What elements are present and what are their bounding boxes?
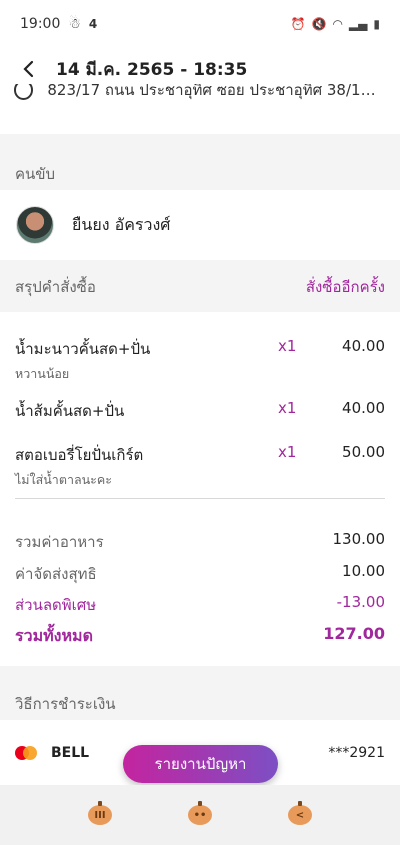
- mastercard-icon: [15, 745, 37, 760]
- item-name: น้ำส้มคั้นสด+ปั่น: [15, 402, 125, 420]
- order-item: น้ำมะนาวคั้นสด+ปั่น หวานน้อย x1 40.00: [15, 337, 385, 384]
- item-note: หวานน้อย: [15, 366, 70, 381]
- payment-section-label: วิธีการชำระเงิน: [15, 695, 116, 713]
- signal-icon: ▂▄: [348, 17, 368, 31]
- delivery-address: 823/17 ถนน ประชาอุทิศ ซอย ประชาอุทิศ 38/…: [47, 84, 380, 99]
- order-summary-label: สรุปคำสั่งซื้อ: [15, 278, 96, 296]
- delivery-fee-value: 10.00: [342, 562, 385, 580]
- order-item: สตอเบอรี่โยปั่นเกิร์ต ไม่ใส่น้ำตาลนะคะ x…: [15, 443, 385, 490]
- system-nav-bar: III •• <: [0, 785, 400, 845]
- order-items-card: น้ำมะนาวคั้นสด+ปั่น หวานน้อย x1 40.00 น้…: [0, 312, 400, 666]
- delivery-fee-row: ค่าจัดส่งสุทธิ 10.00: [15, 562, 385, 586]
- back-icon[interactable]: <: [288, 801, 312, 825]
- payment-name: BELL: [51, 744, 90, 761]
- recent-apps-icon[interactable]: III: [88, 801, 112, 825]
- food-total-row: รวมค่าอาหาร 130.00: [15, 530, 385, 554]
- item-note: ไม่ใส่น้ำตาลนะคะ: [15, 472, 112, 487]
- battery-icon: ▮: [373, 17, 380, 31]
- notification-icon: ☃: [68, 16, 81, 32]
- status-bar: 19:00 ☃ 4 ⏰ 🔇 ◠ ▂▄ ▮: [0, 0, 400, 48]
- delivery-fee-label: ค่าจัดส่งสุทธิ: [15, 565, 97, 583]
- driver-section-label: คนขับ: [15, 165, 56, 183]
- food-total-label: รวมค่าอาหาร: [15, 533, 104, 551]
- item-price: 40.00: [342, 337, 385, 355]
- page-title: 14 มี.ค. 2565 - 18:35: [56, 59, 248, 80]
- divider: [15, 498, 385, 499]
- address-row: 823/17 ถนน ประชาอุทิศ ซอย ประชาอุทิศ 38/…: [0, 84, 400, 134]
- driver-name: ยืนยง อัครวงศ์: [72, 214, 171, 234]
- discount-row: ส่วนลดพิเศษ -13.00: [15, 593, 385, 617]
- report-problem-button[interactable]: รายงานปัญหา: [123, 745, 278, 783]
- driver-card: ยืนยง อัครวงศ์: [0, 190, 400, 260]
- grand-total-label: รวมทั้งหมด: [15, 626, 93, 645]
- status-extra: 4: [88, 17, 98, 31]
- item-price: 50.00: [342, 443, 385, 461]
- location-pin-icon: [14, 84, 34, 100]
- avatar: [16, 206, 54, 244]
- discount-value: -13.00: [336, 593, 385, 611]
- item-qty: x1: [278, 399, 297, 417]
- home-icon[interactable]: ••: [188, 801, 212, 825]
- card-number: ***2921: [328, 744, 385, 761]
- alarm-icon: ⏰: [290, 17, 306, 31]
- item-qty: x1: [278, 443, 297, 461]
- mute-icon: 🔇: [311, 17, 327, 31]
- chevron-left-icon: [23, 60, 34, 78]
- item-name: สตอเบอรี่โยปั่นเกิร์ต: [15, 446, 144, 464]
- grand-total-value: 127.00: [323, 624, 385, 643]
- order-item: น้ำส้มคั้นสด+ปั่น x1 40.00: [15, 399, 385, 423]
- food-total-value: 130.00: [332, 530, 386, 548]
- reorder-link[interactable]: สั่งซื้ออีกครั้ง: [306, 275, 385, 299]
- wifi-icon: ◠: [332, 17, 343, 31]
- order-summary-header: สรุปคำสั่งซื้อ สั่งซื้ออีกครั้ง: [15, 275, 385, 299]
- discount-label: ส่วนลดพิเศษ: [15, 596, 97, 614]
- item-name: น้ำมะนาวคั้นสด+ปั่น: [15, 340, 151, 358]
- grand-total-row: รวมทั้งหมด 127.00: [15, 624, 385, 649]
- clock: 19:00: [20, 16, 61, 32]
- item-qty: x1: [278, 337, 297, 355]
- item-price: 40.00: [342, 399, 385, 417]
